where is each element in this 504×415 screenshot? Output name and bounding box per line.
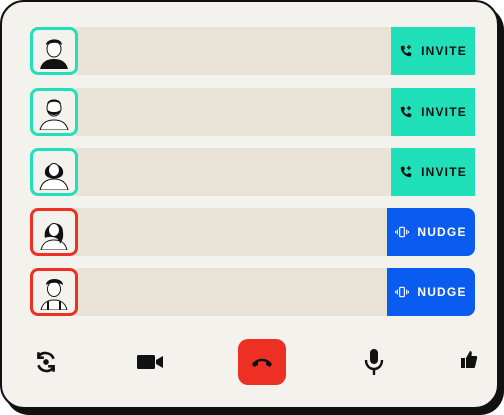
phone-add-icon: [400, 166, 412, 178]
participant-row: NUDGE: [30, 268, 475, 316]
microphone-icon: [364, 349, 384, 375]
video-button[interactable]: [136, 349, 164, 375]
avatar[interactable]: [30, 148, 78, 196]
invite-button[interactable]: INVITE: [391, 88, 475, 136]
man-suspenders-icon: [40, 279, 68, 310]
participant-bar: [76, 148, 394, 196]
participant-bar: [76, 268, 390, 316]
thumbs-up-icon: [461, 351, 478, 368]
nudge-label: NUDGE: [417, 285, 467, 299]
invite-label: INVITE: [421, 105, 467, 119]
man-dark-hair-icon: [40, 39, 68, 69]
avatar[interactable]: [30, 268, 78, 316]
video-camera-icon: [137, 355, 163, 369]
participant-row: INVITE: [30, 88, 475, 136]
avatar[interactable]: [30, 208, 78, 256]
call-controls: [2, 337, 501, 387]
participant-bar: [76, 88, 394, 136]
vibrate-icon: [395, 286, 410, 298]
invite-button[interactable]: INVITE: [391, 27, 475, 75]
phone-add-icon: [400, 106, 412, 118]
nudge-button[interactable]: NUDGE: [387, 268, 475, 316]
end-call-icon: [252, 358, 272, 367]
participant-row: INVITE: [30, 27, 475, 75]
avatar[interactable]: [30, 27, 78, 75]
invite-label: INVITE: [421, 165, 467, 179]
invite-label: INVITE: [421, 44, 467, 58]
participant-row: NUDGE: [30, 208, 475, 256]
man-beard-icon: [39, 99, 69, 130]
participant-row: INVITE: [30, 148, 475, 196]
invite-button[interactable]: INVITE: [391, 148, 475, 196]
woman-long-hair-icon: [40, 223, 68, 250]
nudge-button[interactable]: NUDGE: [387, 208, 475, 256]
participant-bar: [76, 27, 394, 75]
thumbs-up-button[interactable]: [458, 347, 480, 371]
flip-camera-icon: [37, 351, 55, 373]
nudge-label: NUDGE: [417, 225, 467, 239]
woman-hijab-icon: [39, 163, 69, 190]
call-panel: INVITE INVITE INVITE NUDGE NUDGE: [0, 0, 499, 409]
vibrate-icon: [395, 226, 410, 238]
phone-add-icon: [400, 45, 412, 57]
avatar[interactable]: [30, 88, 78, 136]
flip-camera-button[interactable]: [32, 348, 60, 376]
end-call-button[interactable]: [238, 339, 286, 385]
participant-bar: [76, 208, 390, 256]
microphone-button[interactable]: [362, 347, 386, 377]
